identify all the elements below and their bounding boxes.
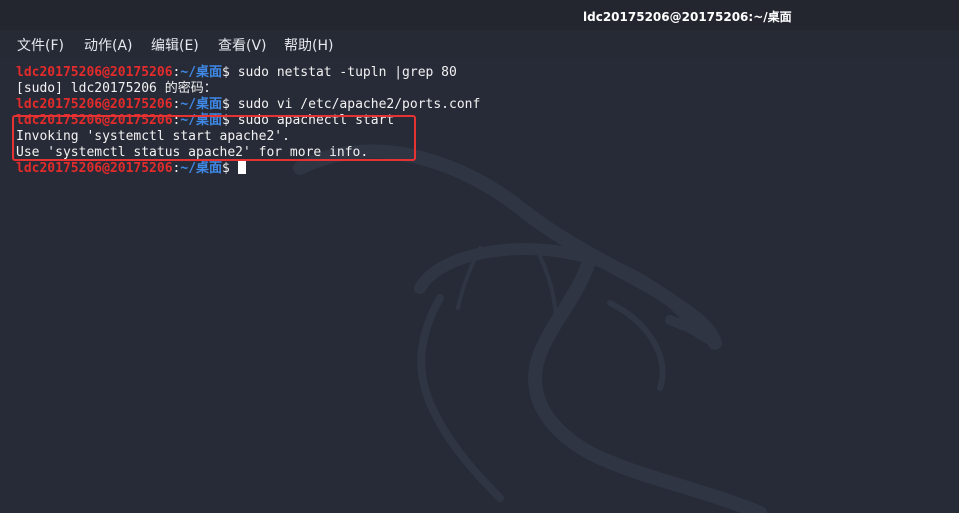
prompt-path: ~/桌面 (180, 97, 223, 112)
menu-bar: 文件(F) 动作(A) 编辑(E) 查看(V) 帮助(H) (0, 30, 959, 58)
terminal-line: [sudo] ldc20175206 的密码： (16, 81, 217, 97)
prompt-path: ~/桌面 (180, 161, 223, 176)
menu-view[interactable]: 查看(V) (218, 35, 267, 55)
command-text: sudo netstat -tupln |grep 80 (237, 65, 457, 80)
terminal-cursor (237, 161, 246, 174)
prompt-user-host: ldc20175206@20175206 (16, 161, 173, 176)
menu-action[interactable]: 动作(A) (84, 35, 133, 55)
prompt-symbol: $ (222, 161, 230, 176)
prompt-user-host: ldc20175206@20175206 (16, 65, 173, 80)
prompt-user-host: ldc20175206@20175206 (16, 97, 173, 112)
menu-help[interactable]: 帮助(H) (284, 35, 333, 55)
prompt-symbol: $ (222, 65, 230, 80)
terminal-line: ldc20175206@20175206:~/桌面$ sudo netstat … (16, 65, 457, 81)
terminal-area[interactable]: ldc20175206@20175206:~/桌面$ sudo netstat … (0, 58, 959, 513)
highlight-box (12, 115, 416, 161)
command-text: sudo vi /etc/apache2/ports.conf (237, 97, 481, 112)
title-bar: ldc20175206@20175206:~/桌面 (0, 0, 959, 30)
prompt-symbol: $ (222, 97, 230, 112)
terminal-line: ldc20175206@20175206:~/桌面$ sudo vi /etc/… (16, 97, 480, 113)
prompt-path: ~/桌面 (180, 65, 223, 80)
menu-edit[interactable]: 编辑(E) (151, 35, 199, 55)
terminal-line: ldc20175206@20175206:~/桌面$ (16, 161, 246, 177)
menu-file[interactable]: 文件(F) (17, 35, 64, 55)
output-text: [sudo] ldc20175206 的密码： (16, 81, 217, 96)
window-title: ldc20175206@20175206:~/桌面 (583, 10, 792, 24)
